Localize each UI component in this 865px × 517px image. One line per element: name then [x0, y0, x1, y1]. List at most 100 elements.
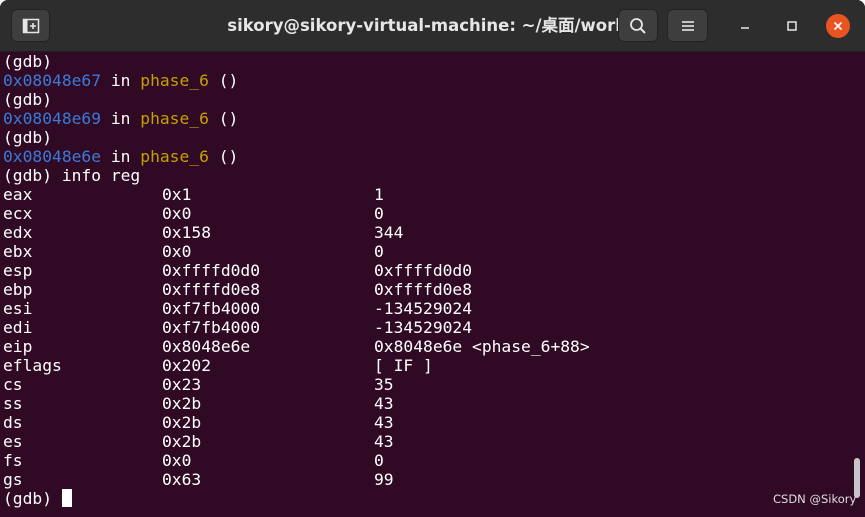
register-row: edi 0xf7fb4000 -134529024 — [3, 318, 853, 337]
register-value: 43 — [374, 432, 394, 451]
terminal-window: sikory@sikory-virtual-machine: ~/桌面/work… — [0, 0, 865, 517]
register-value: 35 — [374, 375, 394, 394]
register-row: ss 0x2b 43 — [3, 394, 853, 413]
register-name: gs — [3, 470, 23, 489]
gdb-prompt: (gdb) — [3, 52, 53, 71]
register-name: es — [3, 432, 23, 451]
register-hex: 0xffffd0e8 — [162, 280, 261, 299]
step-function: phase_6 — [140, 147, 209, 166]
register-row: eax 0x1 1 — [3, 185, 853, 204]
register-hex: 0xf7fb4000 — [162, 318, 261, 337]
command-line: (gdb) info reg — [3, 166, 141, 185]
register-row: edx 0x158 344 — [3, 223, 853, 242]
register-value: 0 — [374, 204, 384, 223]
register-row: esi 0xf7fb4000 -134529024 — [3, 299, 853, 318]
register-name: ecx — [3, 204, 33, 223]
register-name: fs — [3, 451, 23, 470]
step-line: 0x08048e69 in phase_6 () — [3, 109, 238, 128]
register-row: ds 0x2b 43 — [3, 413, 853, 432]
register-name: eax — [3, 185, 33, 204]
step-args: () — [218, 71, 239, 90]
register-name: ebx — [3, 242, 33, 261]
register-value: 43 — [374, 413, 394, 432]
register-row: gs 0x63 99 — [3, 470, 853, 489]
register-row: ebp 0xffffd0e8 0xffffd0e8 — [3, 280, 853, 299]
register-row: ecx 0x0 0 — [3, 204, 853, 223]
register-hex: 0x1 — [162, 185, 192, 204]
close-button[interactable] — [826, 14, 850, 38]
register-hex: 0x2b — [162, 432, 202, 451]
step-in: in — [110, 109, 131, 128]
register-name: cs — [3, 375, 23, 394]
register-row: eip 0x8048e6e 0x8048e6e <phase_6+88> — [3, 337, 853, 356]
step-address: 0x08048e67 — [3, 71, 102, 90]
register-value: -134529024 — [374, 299, 473, 318]
step-function: phase_6 — [140, 71, 209, 90]
register-value: [ IF ] — [374, 356, 433, 375]
register-hex: 0x202 — [162, 356, 212, 375]
register-row: es 0x2b 43 — [3, 432, 853, 451]
register-row: fs 0x0 0 — [3, 451, 853, 470]
register-row: eflags 0x202 [ IF ] — [3, 356, 853, 375]
register-hex: 0x158 — [162, 223, 212, 242]
register-hex: 0x2b — [162, 413, 202, 432]
close-icon — [833, 21, 843, 31]
new-tab-button[interactable] — [11, 9, 50, 42]
register-name: edi — [3, 318, 33, 337]
register-value: 0xffffd0e8 — [374, 280, 473, 299]
step-line: 0x08048e67 in phase_6 () — [3, 71, 238, 90]
step-address: 0x08048e69 — [3, 109, 102, 128]
register-row: ebx 0x0 0 — [3, 242, 853, 261]
step-args: () — [218, 109, 239, 128]
register-value: 344 — [374, 223, 404, 242]
watermark: CSDN @Sikory — [773, 492, 857, 506]
step-function: phase_6 — [140, 109, 209, 128]
register-name: eflags — [3, 356, 62, 375]
text-cursor — [61, 489, 72, 507]
hamburger-menu-icon — [681, 20, 694, 31]
register-name: eip — [3, 337, 33, 356]
register-row: cs 0x23 35 — [3, 375, 853, 394]
register-hex: 0x0 — [162, 204, 192, 223]
register-name: ebp — [3, 280, 33, 299]
minimize-icon — [741, 27, 749, 29]
new-tab-icon — [22, 18, 39, 33]
maximize-icon — [787, 21, 797, 31]
gdb-prompt: (gdb) — [3, 90, 53, 109]
register-value: 1 — [374, 185, 384, 204]
terminal-output[interactable]: (gdb) 0x08048e67 in phase_6 () (gdb) 0x0… — [3, 52, 853, 517]
register-name: esi — [3, 299, 33, 318]
register-value: 0xffffd0d0 — [374, 261, 473, 280]
register-value: -134529024 — [374, 318, 473, 337]
register-hex: 0x8048e6e — [162, 337, 251, 356]
register-hex: 0x23 — [162, 375, 202, 394]
register-name: ds — [3, 413, 23, 432]
register-value: 0x8048e6e <phase_6+88> — [374, 337, 590, 356]
title-bar: sikory@sikory-virtual-machine: ~/桌面/work… — [0, 0, 865, 52]
step-line: 0x08048e6e in phase_6 () — [3, 147, 238, 166]
step-in: in — [110, 147, 131, 166]
final-prompt: (gdb) — [3, 489, 62, 508]
register-value: 99 — [374, 470, 394, 489]
search-button[interactable] — [618, 9, 658, 42]
menu-button[interactable] — [667, 9, 708, 42]
register-name: edx — [3, 223, 33, 242]
register-hex: 0x0 — [162, 242, 192, 261]
gdb-prompt: (gdb) — [3, 128, 53, 147]
maximize-button[interactable] — [780, 14, 804, 38]
step-address: 0x08048e6e — [3, 147, 102, 166]
register-value: 0 — [374, 242, 384, 261]
search-icon — [630, 17, 646, 34]
step-in: in — [110, 71, 131, 90]
register-hex: 0xf7fb4000 — [162, 299, 261, 318]
register-name: ss — [3, 394, 23, 413]
register-value: 0 — [374, 451, 384, 470]
input-line[interactable]: (gdb) — [3, 489, 72, 508]
step-args: () — [218, 147, 239, 166]
register-hex: 0x0 — [162, 451, 192, 470]
minimize-button[interactable] — [733, 14, 757, 38]
register-value: 43 — [374, 394, 394, 413]
register-hex: 0x2b — [162, 394, 202, 413]
register-name: esp — [3, 261, 33, 280]
register-hex: 0xffffd0d0 — [162, 261, 261, 280]
